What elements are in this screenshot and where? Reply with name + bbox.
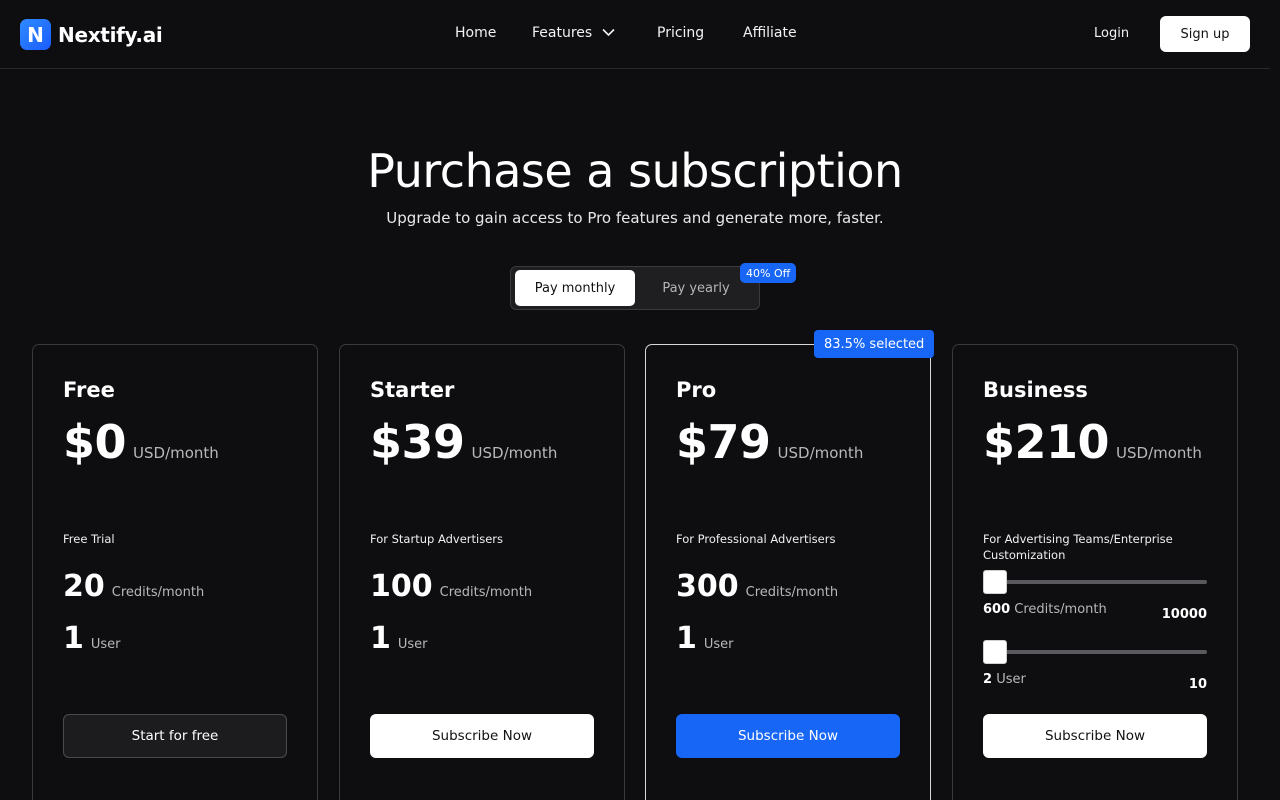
users-unit: User <box>703 637 734 652</box>
price-unit: USD/month <box>777 444 864 462</box>
plan-audience: For Advertising Teams/Enterprise Customi… <box>983 532 1173 562</box>
price-row: $39 USD/month <box>370 415 557 469</box>
plan-card-pro: Pro $79 USD/month For Professional Adver… <box>645 344 931 800</box>
page-title: Purchase a subscription <box>367 144 903 198</box>
billing-toggle: Pay monthly Pay yearly <box>510 266 760 310</box>
price-unit: USD/month <box>133 444 219 462</box>
price-unit: USD/month <box>471 444 558 462</box>
credits-slider-max: 10000 <box>1161 607 1207 622</box>
credits-value: 300 <box>676 569 739 604</box>
credits-slider[interactable] <box>983 570 1207 594</box>
top-navbar: N Nextify.ai Home Features Pricing Affil… <box>0 0 1270 69</box>
plan-price: $39 <box>370 415 465 469</box>
users-value: 1 <box>63 621 84 656</box>
slider-thumb[interactable] <box>983 570 1007 594</box>
users-value: 1 <box>676 621 697 656</box>
login-link[interactable]: Login <box>1094 26 1129 41</box>
subscribe-pro-button[interactable]: Subscribe Now <box>676 714 900 758</box>
plan-name: Pro <box>676 378 717 402</box>
credits-row: 20 Credits/month <box>63 569 204 604</box>
plan-price: $0 <box>63 415 127 469</box>
page-scrollbar[interactable] <box>1270 0 1280 800</box>
signup-button[interactable]: Sign up <box>1160 16 1250 52</box>
users-value: 1 <box>370 621 391 656</box>
users-row: 1 User <box>63 621 121 656</box>
brand-name: Nextify.ai <box>58 22 163 47</box>
plan-card-free: Free $0 USD/month Free Trial 20 Credits/… <box>32 344 318 800</box>
credits-row: 100 Credits/month <box>370 569 532 604</box>
logo-icon: N <box>20 19 51 50</box>
users-row: 1 User <box>370 621 428 656</box>
credits-row: 300 Credits/month <box>676 569 838 604</box>
users-slider[interactable] <box>983 640 1207 664</box>
plan-name: Free <box>63 378 115 402</box>
users-row: 1 User <box>676 621 734 656</box>
slider-thumb[interactable] <box>983 640 1007 664</box>
price-unit: USD/month <box>1116 444 1202 462</box>
popular-selected-badge: 83.5% selected <box>814 330 935 358</box>
plan-price: $210 <box>983 415 1110 469</box>
slider-track[interactable] <box>983 650 1207 654</box>
users-slider-unit: User <box>996 672 1026 687</box>
nav-link-features[interactable]: Features <box>532 25 615 41</box>
users-slider-max: 10 <box>1188 677 1207 692</box>
credits-slider-value: 600 <box>983 602 1011 617</box>
nav-link-features-label: Features <box>532 25 593 41</box>
plan-card-business: Business $210 USD/month For Advertising … <box>952 344 1238 800</box>
users-slider-value: 2 <box>983 672 993 687</box>
start-for-free-button[interactable]: Start for free <box>63 714 287 758</box>
nav-link-pricing[interactable]: Pricing <box>657 25 704 41</box>
subscribe-starter-button[interactable]: Subscribe Now <box>370 714 594 758</box>
users-unit: User <box>397 637 428 652</box>
credits-value: 100 <box>370 569 433 604</box>
brand-logo[interactable]: N Nextify.ai <box>20 19 163 50</box>
credits-unit: Credits/month <box>439 585 533 600</box>
plan-name: Business <box>983 378 1088 402</box>
credits-unit: Credits/month <box>745 585 839 600</box>
users-unit: User <box>90 637 121 652</box>
plan-audience: For Startup Advertisers <box>370 532 504 546</box>
price-row: $210 USD/month <box>983 415 1202 469</box>
price-row: $0 USD/month <box>63 415 219 469</box>
pay-yearly-option[interactable]: Pay yearly <box>641 270 751 306</box>
page-subtitle: Upgrade to gain access to Pro features a… <box>386 209 884 227</box>
yearly-discount-badge: 40% Off <box>740 263 797 283</box>
plan-card-starter: Starter $39 USD/month For Startup Advert… <box>339 344 625 800</box>
users-slider-label: 2 User <box>983 672 1026 687</box>
subscribe-business-button[interactable]: Subscribe Now <box>983 714 1207 758</box>
chevron-down-icon <box>602 25 615 41</box>
credits-slider-label: 600 Credits/month <box>983 602 1107 617</box>
credits-slider-unit: Credits/month <box>1014 602 1107 617</box>
credits-unit: Credits/month <box>111 585 205 600</box>
plan-price: $79 <box>676 415 771 469</box>
credits-value: 20 <box>63 569 105 604</box>
plan-audience: Free Trial <box>63 532 115 546</box>
price-row: $79 USD/month <box>676 415 863 469</box>
pay-monthly-option[interactable]: Pay monthly <box>515 270 635 306</box>
plan-audience: For Professional Advertisers <box>676 532 836 546</box>
nav-link-affiliate[interactable]: Affiliate <box>743 25 797 41</box>
plan-name: Starter <box>370 378 455 402</box>
slider-track[interactable] <box>983 580 1207 584</box>
nav-link-home[interactable]: Home <box>455 25 496 41</box>
